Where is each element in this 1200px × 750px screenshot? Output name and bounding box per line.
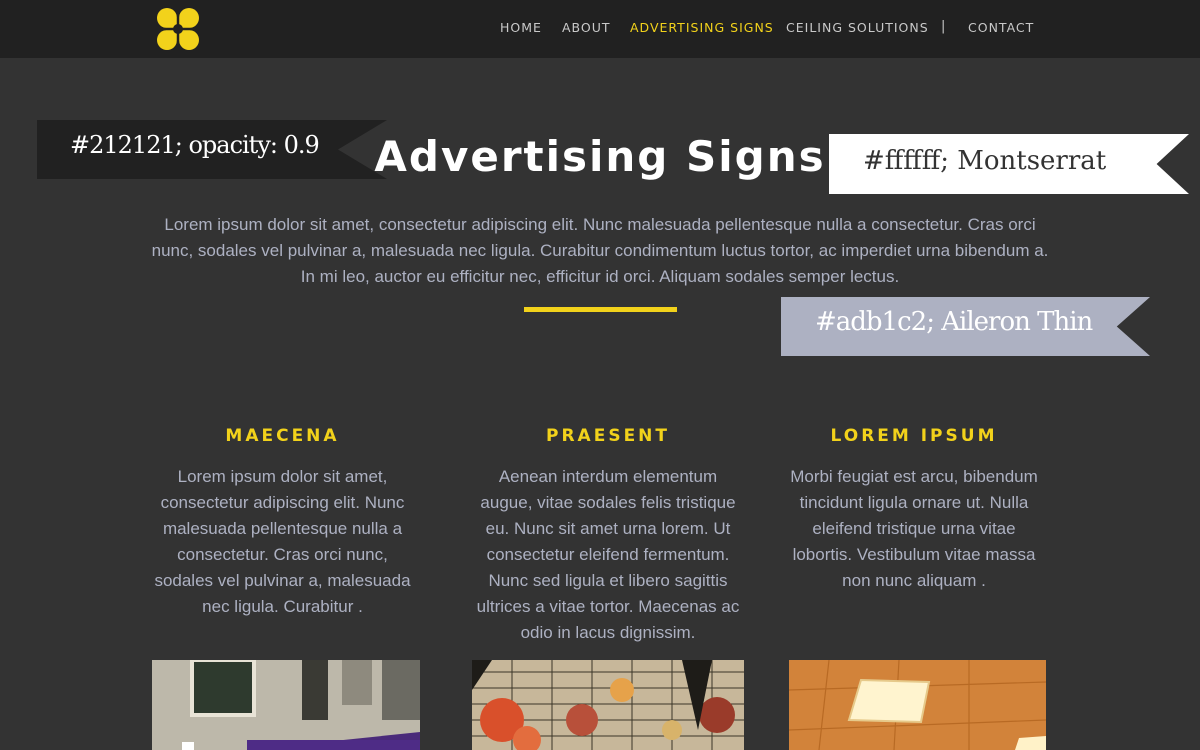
intro-paragraph: Lorem ipsum dolor sit amet, consectetur … — [151, 215, 1049, 286]
nav-link-advertising-signs[interactable]: ADVERTISING SIGNS — [630, 20, 774, 35]
annotation-ribbon-white: #ffffff; Montserrat — [829, 134, 1189, 194]
nav-link-home[interactable]: HOME — [500, 20, 542, 35]
column-text: Aenean interdum elementum augue, vitae s… — [476, 467, 740, 642]
column-text: Morbi feugiat est arcu, bibendum tincidu… — [790, 467, 1038, 590]
column-title: LOREM IPSUM — [830, 426, 998, 446]
sign-photo-storefront[interactable] — [152, 660, 420, 750]
annotation-ribbon-grey: #adb1c2; Aileron Thin — [781, 297, 1150, 356]
feature-column-lorem-ipsum: LOREM IPSUM Morbi feugiat est arcu, bibe… — [786, 426, 1042, 594]
nav-link-about[interactable]: ABOUT — [562, 20, 611, 35]
top-navigation-bar: HOME ABOUT ADVERTISING SIGNS CEILING SOL… — [0, 0, 1200, 58]
column-text: Lorem ipsum dolor sit amet, consectetur … — [154, 467, 411, 616]
ceiling-photo-light-panel[interactable] — [789, 660, 1046, 750]
page-title: Advertising Signs — [374, 132, 826, 181]
column-title: PRAESENT — [546, 426, 670, 446]
feature-column-maecena: MAECENA Lorem ipsum dolor sit amet, cons… — [150, 426, 415, 620]
nav-link-ceiling-solutions[interactable]: CEILING SOLUTIONS — [786, 20, 929, 35]
nav-link-contact[interactable]: CONTACT — [968, 20, 1034, 35]
feature-column-praesent: PRAESENT Aenean interdum elementum augue… — [472, 426, 744, 646]
brand-logo-icon[interactable] — [156, 7, 200, 51]
column-title: MAECENA — [225, 426, 340, 446]
nav-separator: | — [941, 19, 946, 34]
ceiling-photo-market[interactable] — [472, 660, 744, 750]
title-divider — [524, 307, 677, 312]
